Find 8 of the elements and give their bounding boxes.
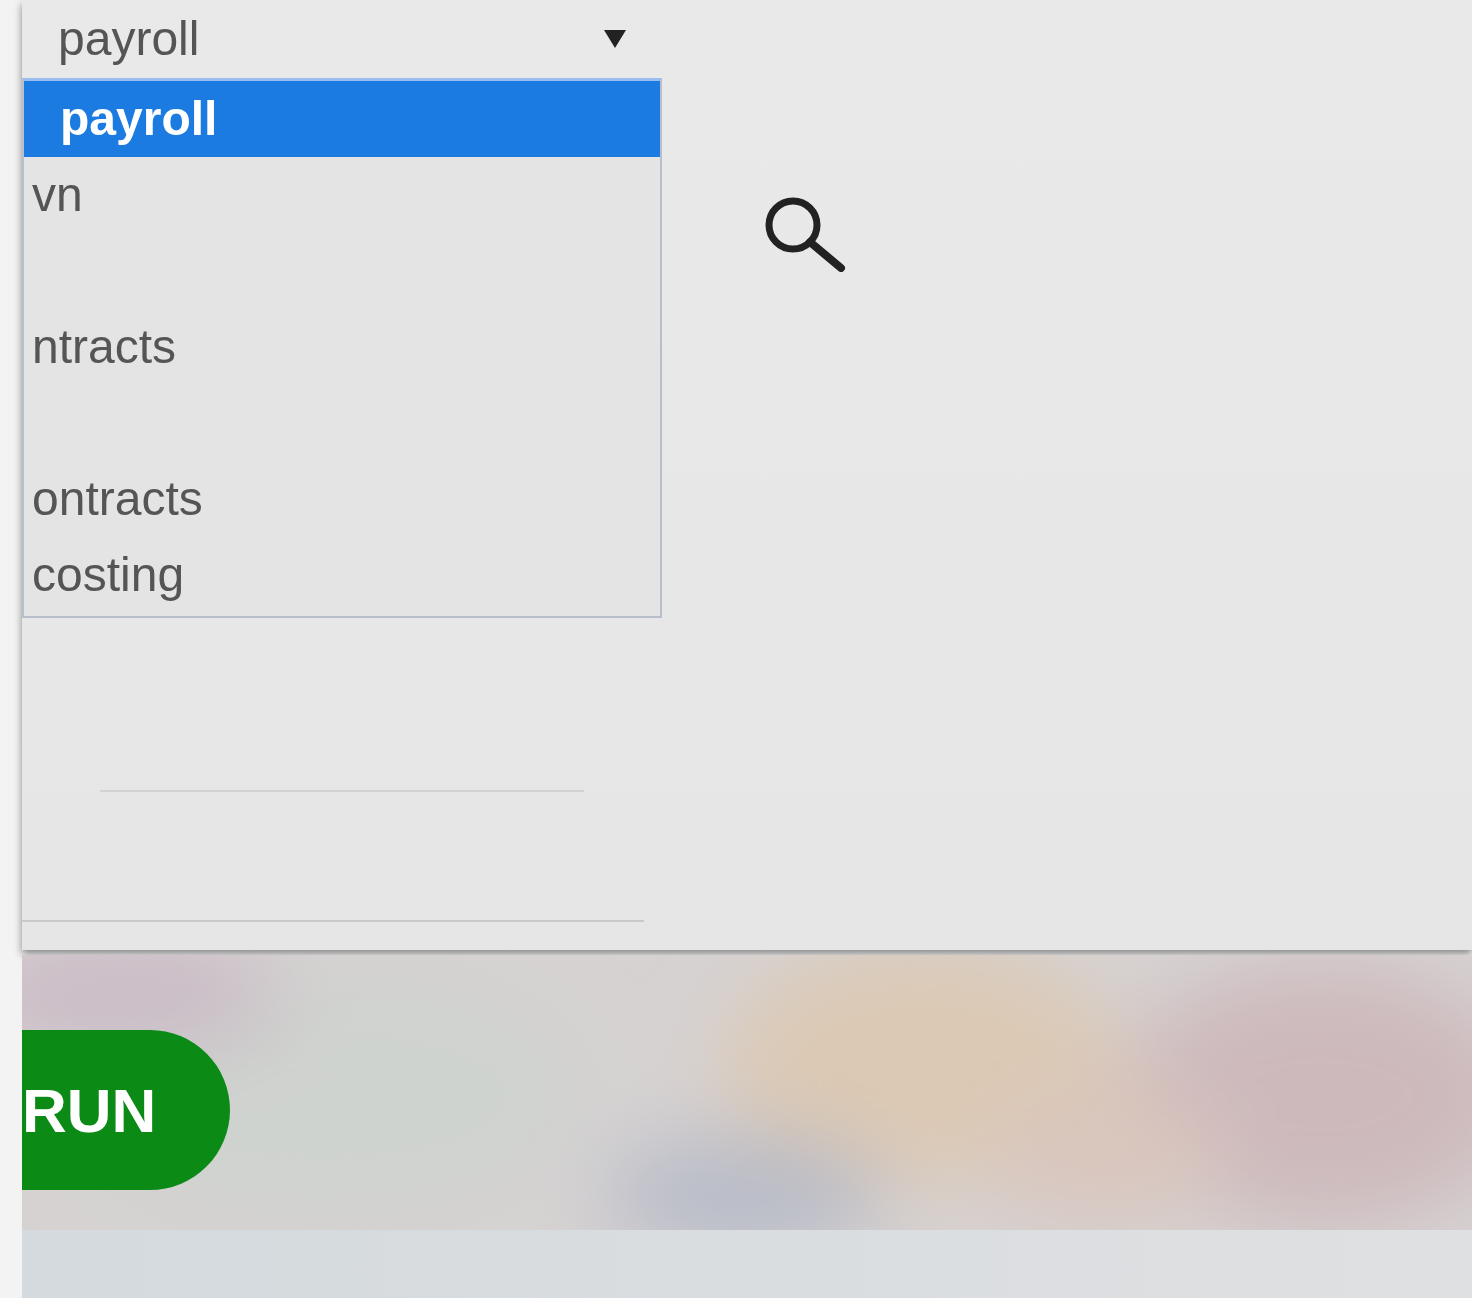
dropdown-option[interactable]: vn <box>24 157 660 233</box>
dropdown-option[interactable]: ntracts <box>24 309 660 385</box>
caret-icon <box>602 28 628 50</box>
dropdown-select[interactable]: payroll <box>22 0 662 78</box>
dropdown-option[interactable]: ontracts <box>24 461 660 537</box>
run-button[interactable]: RUN <box>22 1030 230 1190</box>
dropdown-option[interactable]: payroll <box>24 81 660 157</box>
dropdown-option[interactable]: costing <box>24 537 660 613</box>
